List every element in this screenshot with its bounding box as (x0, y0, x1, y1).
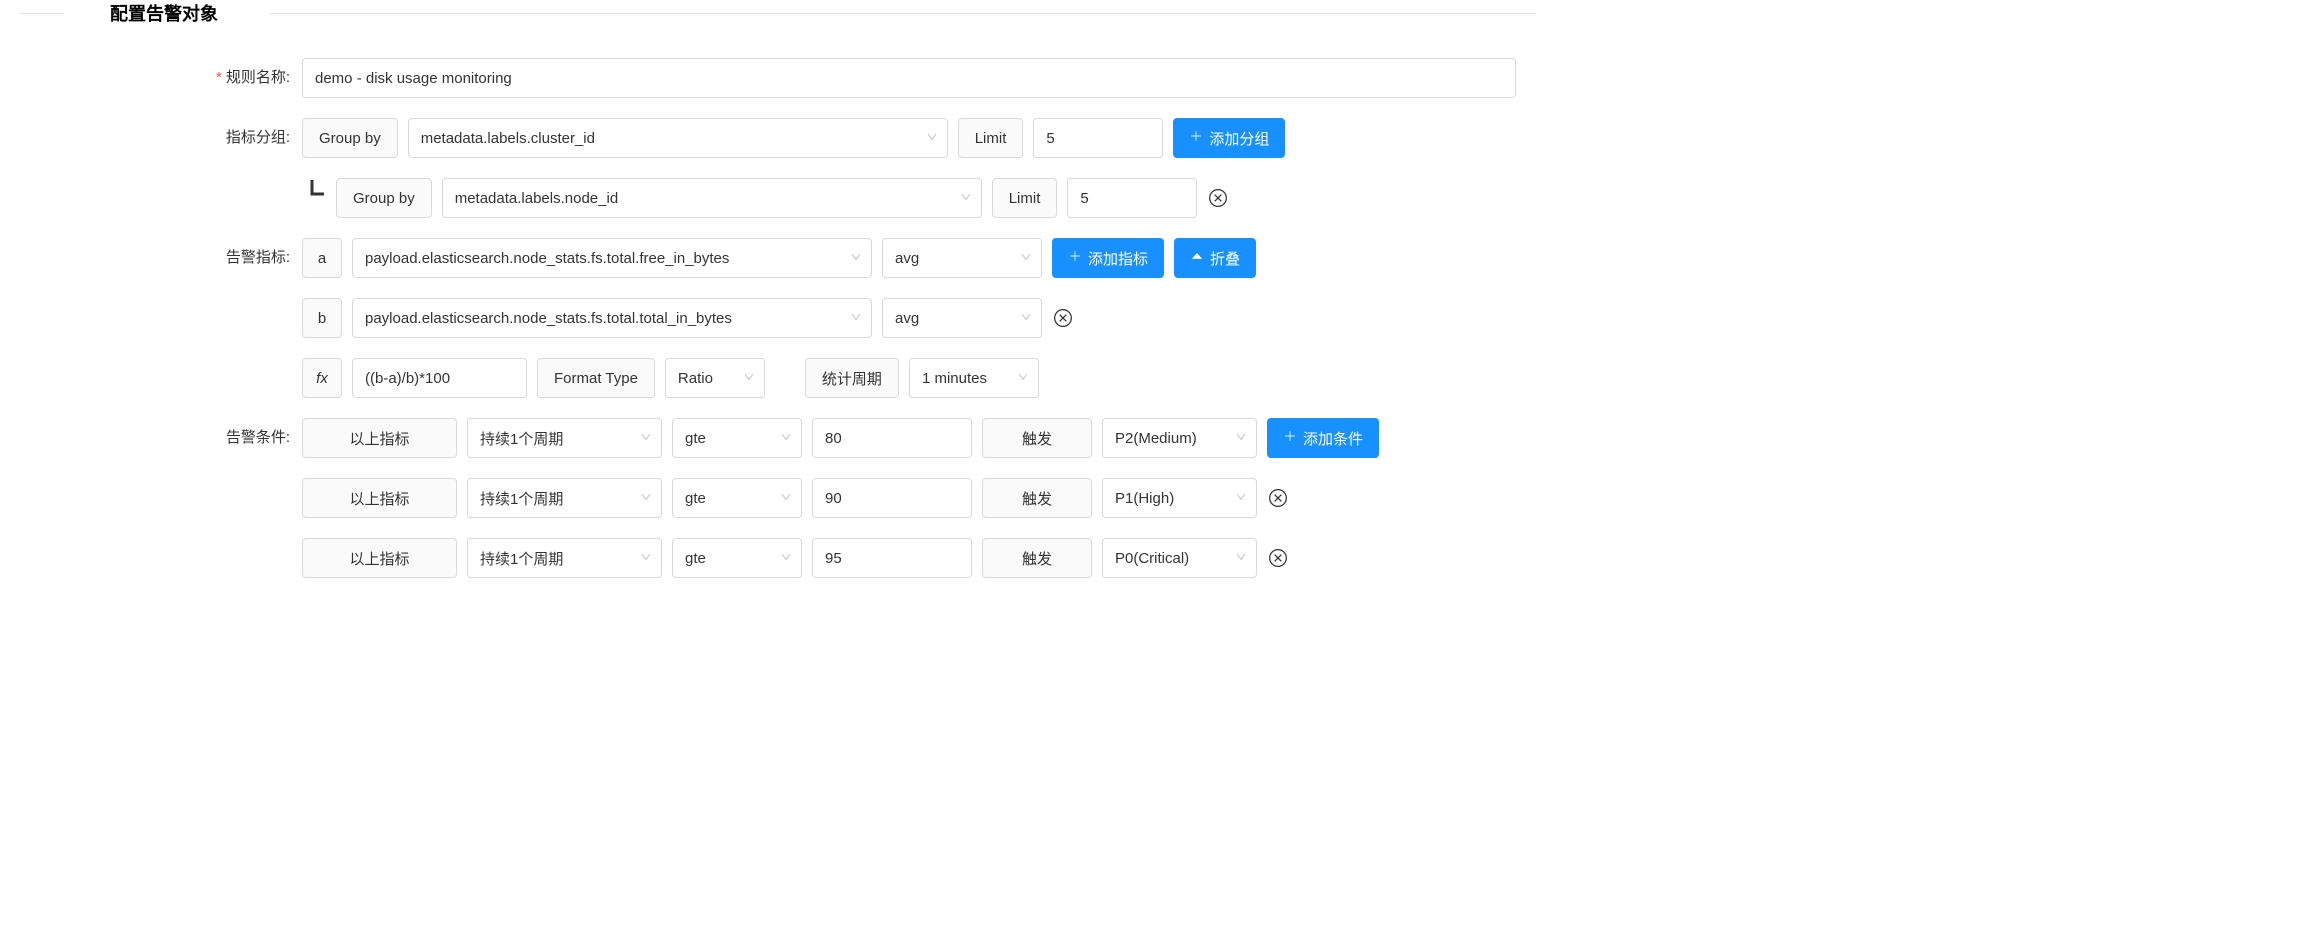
formula-input[interactable] (352, 358, 527, 398)
plus-icon (1068, 249, 1082, 267)
rule-name-label: *规则名称: (20, 58, 290, 87)
remove-metric-button[interactable] (1052, 307, 1074, 329)
metric-row: a payload.elasticsearch.node_stats.fs.to… (302, 238, 1516, 278)
condition-row: 以上指标 持续1个周期 gte 触发 P1(High) (302, 478, 1516, 518)
stat-period-label: 统计周期 (805, 358, 899, 398)
format-type-select[interactable]: Ratio (665, 358, 765, 398)
threshold-input[interactable] (812, 418, 972, 458)
limit-input[interactable] (1067, 178, 1197, 218)
remove-condition-button[interactable] (1267, 487, 1289, 509)
group-row: Group by metadata.labels.cluster_id Limi… (302, 118, 1516, 158)
group-field-select[interactable]: metadata.labels.node_id (442, 178, 982, 218)
operator-select[interactable]: gte (672, 478, 802, 518)
remove-condition-button[interactable] (1267, 547, 1289, 569)
collapse-button[interactable]: 折叠 (1174, 238, 1256, 278)
duration-select[interactable]: 持续1个周期 (467, 478, 662, 518)
group-field-select[interactable]: metadata.labels.cluster_id (408, 118, 948, 158)
priority-select[interactable]: P2(Medium) (1102, 418, 1257, 458)
metric-group-label: 指标分组: (20, 118, 290, 147)
limit-input[interactable] (1033, 118, 1163, 158)
caret-up-icon (1190, 249, 1204, 267)
condition-row: 以上指标 持续1个周期 gte 触发 P2(Medium) 添加条件 (302, 418, 1516, 458)
trigger-label: 触发 (982, 538, 1092, 578)
rule-name-input[interactable] (302, 58, 1516, 98)
section-header: 配置告警对象 (20, 0, 1516, 26)
trigger-label: 触发 (982, 478, 1092, 518)
metric-agg-select[interactable]: avg (882, 298, 1042, 338)
plus-icon (1189, 129, 1203, 147)
metric-field-select[interactable]: payload.elasticsearch.node_stats.fs.tota… (352, 238, 872, 278)
plus-icon (1283, 429, 1297, 447)
format-type-label: Format Type (537, 358, 655, 398)
condition-metric-label: 以上指标 (302, 418, 457, 458)
limit-label: Limit (958, 118, 1024, 158)
metric-row: b payload.elasticsearch.node_stats.fs.to… (302, 298, 1516, 338)
required-asterisk: * (216, 69, 222, 86)
threshold-input[interactable] (812, 538, 972, 578)
condition-row: 以上指标 持续1个周期 gte 触发 P0(Critical) (302, 538, 1516, 578)
section-title: 配置告警对象 (102, 0, 226, 26)
priority-select[interactable]: P1(High) (1102, 478, 1257, 518)
condition-metric-label: 以上指标 (302, 538, 457, 578)
condition-metric-label: 以上指标 (302, 478, 457, 518)
alert-condition-section: 告警条件: 以上指标 持续1个周期 gte 触发 P2(Medium) (20, 418, 1516, 578)
group-row: Group by metadata.labels.node_id Limit (302, 178, 1516, 218)
add-metric-button[interactable]: 添加指标 (1052, 238, 1164, 278)
formula-row: fx Format Type Ratio 统计周期 1 minutes (302, 358, 1516, 398)
duration-select[interactable]: 持续1个周期 (467, 538, 662, 578)
trigger-label: 触发 (982, 418, 1092, 458)
alert-metric-label: 告警指标: (20, 238, 290, 267)
metric-key: b (302, 298, 342, 338)
metric-field-select[interactable]: payload.elasticsearch.node_stats.fs.tota… (352, 298, 872, 338)
alert-condition-label: 告警条件: (20, 418, 290, 447)
formula-prefix: fx (302, 358, 342, 398)
metric-agg-select[interactable]: avg (882, 238, 1042, 278)
remove-group-button[interactable] (1207, 187, 1229, 209)
add-group-button[interactable]: 添加分组 (1173, 118, 1285, 158)
tree-connector-icon (302, 178, 326, 218)
operator-select[interactable]: gte (672, 538, 802, 578)
alert-metric-section: 告警指标: a payload.elasticsearch.node_stats… (20, 238, 1516, 398)
stat-period-select[interactable]: 1 minutes (909, 358, 1039, 398)
group-by-prefix: Group by (336, 178, 432, 218)
limit-label: Limit (992, 178, 1058, 218)
duration-select[interactable]: 持续1个周期 (467, 418, 662, 458)
threshold-input[interactable] (812, 478, 972, 518)
rule-name-row: *规则名称: (20, 58, 1516, 98)
add-condition-button[interactable]: 添加条件 (1267, 418, 1379, 458)
priority-select[interactable]: P0(Critical) (1102, 538, 1257, 578)
metric-group-section: 指标分组: Group by metadata.labels.cluster_i… (20, 118, 1516, 218)
group-by-prefix: Group by (302, 118, 398, 158)
metric-key: a (302, 238, 342, 278)
operator-select[interactable]: gte (672, 418, 802, 458)
